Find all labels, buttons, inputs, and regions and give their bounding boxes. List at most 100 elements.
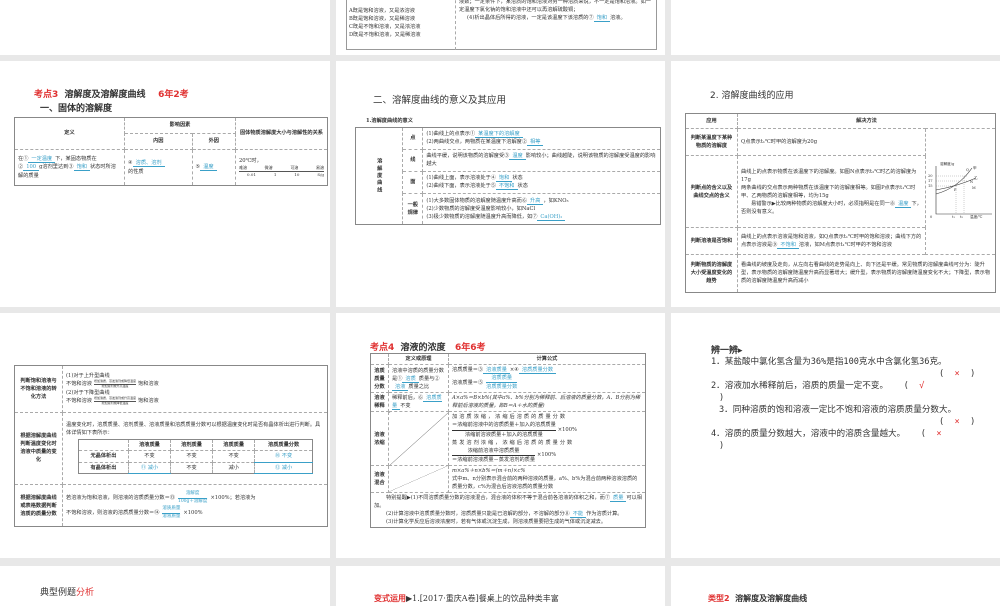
note-text: (4)析出晶体后所得的溶液，一定是该温度下该溶质的⑦ bbox=[467, 15, 594, 22]
text: ×100%；若溶液为 bbox=[210, 495, 256, 502]
slide-thumbnail-7[interactable]: 判断饱和溶液与不饱和溶液的转化方法 (1)对于上升型曲线 不饱和溶液 增加溶质、蒸… bbox=[0, 313, 330, 558]
slide-thumbnail-3[interactable] bbox=[671, 0, 1000, 55]
text: 质量与② bbox=[418, 375, 440, 382]
text: 质量之比 bbox=[408, 383, 430, 390]
text: 易错警示▶比较两种物质的溶解度大小时，必须指明是在同一⑧ 温度 下，否则没有意义。 bbox=[741, 200, 922, 216]
formula: 不饱和溶液，则溶液的溶质质量分数＝⑭ 溶质质量 溶液质量 ×100% bbox=[66, 506, 324, 521]
slide-thumbnail-6[interactable]: 2. 溶解度曲线的应用 应用 解决方法 判断某温度下某种物质的溶解度 Q点表示t₁℃… bbox=[671, 61, 1000, 307]
slide-thumbnail-2[interactable]: A既是饱和溶液，又是浓溶液 B既是饱和溶液，又是稀溶液 C既是不饱和溶液，又是浓… bbox=[336, 0, 665, 55]
answer-mark: × bbox=[954, 417, 960, 427]
tick: S/g bbox=[317, 172, 324, 178]
text: 在① bbox=[18, 156, 29, 163]
answer-blank: 溶质质量分数 bbox=[518, 367, 557, 375]
header-application: 应用 bbox=[685, 112, 738, 130]
text: ×100% bbox=[537, 452, 557, 459]
text: 不变 bbox=[400, 403, 411, 410]
denominator: 溶质质量分数 bbox=[486, 384, 518, 391]
slide-thumbnail-10[interactable]: 典型例题分析 bbox=[0, 566, 330, 606]
tick: 0.01 bbox=[247, 172, 256, 178]
empty-cell bbox=[388, 411, 449, 466]
text: 不饱和溶液，则溶液的溶质质量分数＝⑭ bbox=[66, 510, 160, 517]
denominator: 浓缩前溶液质量＋加入的溶质质量 bbox=[464, 431, 543, 438]
answer-blank: 100 bbox=[23, 164, 40, 172]
answer-blank: 不能 bbox=[569, 511, 587, 519]
text: 溶液，如M点表示t₁℃时甲的不饱和溶液 bbox=[798, 242, 892, 249]
text: 曲线平缓，说明该物质的溶解度受③ bbox=[426, 153, 510, 160]
slide-thumbnail-1[interactable] bbox=[0, 0, 330, 55]
row-key: 判断溶液是否饱和 bbox=[685, 227, 738, 255]
row-key: 溶质质量分数 bbox=[370, 364, 389, 394]
question-text: 1．某盐酸中氯化氢含量为36%是指100克水中含氯化氢36克。 bbox=[711, 357, 947, 367]
answer-mark: × bbox=[954, 369, 960, 379]
question-item: 2．溶液加水稀释前后，溶质的质量一定不变。 ( √) bbox=[711, 380, 996, 404]
cell: 有晶体析出 bbox=[78, 461, 129, 474]
text: 加溶质浓缩，浓缩后溶质的质量分数 bbox=[452, 414, 568, 421]
empty-cell bbox=[388, 464, 449, 493]
text: 不饱和溶液 bbox=[66, 398, 92, 405]
answer-cell: ⑩ 不变 bbox=[254, 450, 313, 463]
text: ×100% bbox=[183, 510, 203, 517]
title-text: 典型例题 bbox=[40, 588, 77, 598]
solubility-table: 定义 影响因素 固体物质溶解度大小与溶解性的关系 内因 外因 在① 一定温度 下，某固态物… bbox=[14, 117, 328, 186]
tick: 1 bbox=[273, 172, 277, 178]
answer-blank: 溶质、溶剂 bbox=[132, 160, 165, 168]
slide-title: 典型例题分析 bbox=[40, 585, 94, 598]
text: 作为溶质计算。 bbox=[586, 511, 623, 518]
slide-table: A既是饱和溶液，又是浓溶液 B既是饱和溶液，又是稀溶液 C既是不饱和溶液，又是浓… bbox=[346, 0, 657, 50]
title-text: 溶解度及溶解度曲线 bbox=[64, 90, 146, 100]
title-text: ▶1.[2017·重庆A卷]餐桌上的饮品种类丰富 bbox=[406, 594, 559, 603]
row-content: 若溶液为饱和溶液，则溶液的溶质质量分数＝⑬ 溶解度 100g＋溶解度 ×100%；若溶… bbox=[62, 484, 328, 527]
bracket: ( bbox=[920, 429, 926, 439]
col-header: 溶质质量分数 bbox=[254, 439, 313, 452]
answer-cell: ⑫ 减小 bbox=[254, 461, 313, 474]
row-content: (1)大多数固体物质的溶解度随温度升高而⑥ 升高 ，如KNO₃ (2)少数物质的溶解度… bbox=[422, 192, 661, 226]
answer-blank: 一定温度 bbox=[28, 156, 56, 164]
title-label: 变式运用 bbox=[374, 593, 406, 603]
slide-thumbnail-4[interactable]: 考点3 溶解度及溶解度曲线 6年2考 一、固体的溶解度 定义 影响因素 固体物质溶解… bbox=[0, 61, 330, 307]
note-text: 液数；一定条件下，某溶质的饱和溶液对另一种溶质来说，不一定是饱和溶液。如一定温度… bbox=[459, 0, 655, 23]
bracket: ) bbox=[970, 417, 976, 427]
denominator: 溶液质量 bbox=[162, 513, 181, 519]
text: 稀释前后，⑥ bbox=[392, 395, 424, 402]
slide-thumbnail-9[interactable]: 辨一辨▸ 1．某盐酸中氯化氢含量为36%是指100克水中含氯化氢36克。 ( × … bbox=[671, 313, 1000, 558]
slide-thumbnail-11[interactable]: 变式运用▶1.[2017·重庆A卷]餐桌上的饮品种类丰富 bbox=[336, 566, 665, 606]
option-d: D既是不饱和溶液，又是稀溶液 bbox=[349, 32, 421, 39]
slide-thumbnail-8[interactable]: 考点4 溶液的浓度 6年6考 定义或原理 计算公式 溶质质量分数 溶液中溶质的质量… bbox=[336, 313, 665, 558]
answer-mark: √ bbox=[919, 381, 925, 391]
denominator: 100g＋溶解度 bbox=[177, 498, 208, 504]
header-method: 解决方法 bbox=[737, 112, 996, 130]
option-a: A既是饱和溶液，又是浓溶液 bbox=[349, 8, 415, 14]
row-key: 点 bbox=[402, 127, 424, 150]
question-text: 3．同种溶质的饱和溶液一定比不饱和溶液的溶质质量分数大。 bbox=[719, 405, 957, 415]
text: (3)计算化学反应后溶液浓度时，若有气体或沉淀生成，则溶液质量要把生成的气体或沉… bbox=[386, 519, 607, 526]
formula: 若溶液为饱和溶液，则溶液的溶质质量分数＝⑬ 溶解度 100g＋溶解度 ×100%；若溶… bbox=[66, 491, 324, 506]
text: (1)大多数固体物质的溶解度随温度升高而⑥ bbox=[426, 197, 528, 204]
slide-title: 二、溶解度曲线的意义及其应用 bbox=[373, 95, 507, 106]
formula-cell: 溶质质量＝③ 溶液质量 ×④ 溶质质量分数 溶液质量＝⑤ 溶质质量 溶质质量分数 bbox=[448, 364, 646, 394]
row-key: 判断点的含义以及曲线交点的含义 bbox=[685, 155, 738, 229]
header-inner: 内因 bbox=[124, 133, 193, 150]
numerator: 浓缩前溶液中溶质质量 bbox=[452, 447, 536, 456]
bracket: ) bbox=[719, 441, 725, 451]
true-false-list: 1．某盐酸中氯化氢含量为36%是指100克水中含氯化氢36克。 ( × ) 2．溶… bbox=[711, 356, 996, 452]
bracket: ( bbox=[939, 417, 945, 427]
row-key: 溶液混合 bbox=[370, 464, 389, 493]
answer-blank: 饱和 bbox=[593, 15, 611, 23]
text: 的性质 bbox=[128, 168, 144, 175]
slide-thumbnail-12[interactable]: 类型2 溶解度及溶解度曲线 bbox=[671, 566, 1000, 606]
text: 溶质质量＝③ bbox=[452, 367, 484, 374]
title-text: 溶液的浓度 bbox=[400, 343, 446, 353]
row-content: 曲线平缓，说明该物质的溶解度受③ 温度 影响较小；曲线越陡，说明该物质的溶解度受温度… bbox=[422, 148, 661, 172]
header-outer: 外因 bbox=[191, 133, 237, 150]
curve-application-table: 应用 解决方法 判断某温度下某种物质的溶解度 Q点表示t₁℃时甲的溶解度为20g 溶… bbox=[685, 112, 996, 294]
slide-thumbnail-5[interactable]: 二、溶解度曲线的意义及其应用 1.溶解度曲线的意义 溶解度曲线 点 (1)曲线上… bbox=[336, 61, 665, 307]
title-label: 考点4 bbox=[370, 343, 395, 353]
col-header bbox=[78, 439, 129, 452]
col-header: 溶液质量 bbox=[127, 439, 172, 452]
answer-cell: ⑪ 减小 bbox=[127, 461, 172, 474]
answer-blank: 质量 bbox=[610, 494, 627, 502]
definition-cell: 稀释前后，⑥ 溶质质量 不变 bbox=[388, 392, 449, 413]
arrow-label: 增加溶剂或降低温度 bbox=[101, 400, 129, 405]
title-frequency: 6年2考 bbox=[158, 90, 189, 100]
outer-cell: ⑤ 温度 bbox=[191, 149, 237, 186]
